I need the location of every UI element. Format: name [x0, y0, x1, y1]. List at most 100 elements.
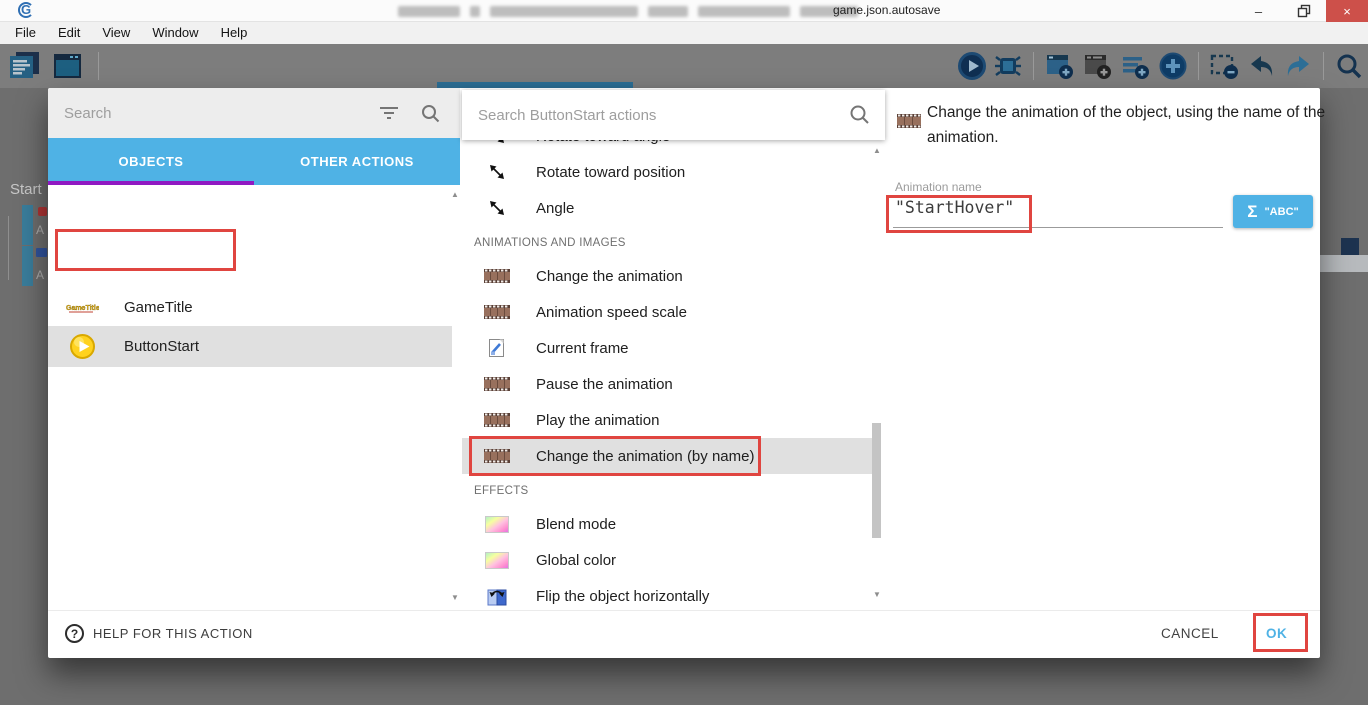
section-header: ANIMATIONS AND IMAGES [462, 226, 872, 258]
panel-strip [1320, 255, 1368, 272]
action-label: Flip the object horizontally [536, 588, 709, 605]
action-label: Change the animation (by name) [536, 448, 754, 465]
minimize-button[interactable]: – [1236, 0, 1281, 22]
menu-view[interactable]: View [91, 22, 141, 44]
event-icon [38, 207, 47, 216]
action-item[interactable]: Play the animation [462, 402, 872, 438]
action-label: Play the animation [536, 412, 659, 429]
film-icon [484, 413, 510, 427]
restore-icon [1297, 4, 1311, 18]
film-icon [484, 269, 510, 283]
search-icon[interactable] [421, 104, 440, 123]
window-title: game.json.autosave [833, 3, 940, 17]
scroll-up-icon[interactable]: ▲ [872, 146, 882, 155]
action-item[interactable]: Pause the animation [462, 366, 872, 402]
search-icon[interactable] [1334, 51, 1364, 81]
project-manager-icon[interactable] [6, 50, 42, 82]
action-description: Change the animation of the object, usin… [927, 101, 1327, 150]
action-item[interactable]: Change the animation (by name) [462, 438, 872, 474]
help-button[interactable]: ? HELP FOR THIS ACTION [65, 624, 253, 643]
scroll-down-icon[interactable]: ▼ [872, 590, 882, 599]
action-item[interactable]: Flip the object horizontally [462, 578, 872, 610]
add-subevent-icon[interactable] [1082, 51, 1114, 81]
film-icon [484, 305, 510, 319]
action-item[interactable]: Angle [462, 190, 872, 226]
scene-editor-icon[interactable] [50, 50, 86, 82]
debug-icon[interactable] [993, 51, 1023, 81]
object-name: ButtonStart [124, 338, 199, 355]
field-underline [893, 227, 1223, 228]
action-item[interactable]: Current frame [462, 330, 872, 366]
svg-text:GameTitle: GameTitle [66, 305, 99, 312]
event-icon [36, 248, 47, 257]
section-header: EFFECTS [462, 474, 872, 506]
menu-help[interactable]: Help [210, 22, 259, 44]
action-item[interactable]: Blend mode [462, 506, 872, 542]
scene-tab-label: Start [10, 181, 42, 198]
object-item-gametitle[interactable]: GameTitle GameTitle [48, 288, 452, 326]
action-search-input[interactable] [462, 107, 849, 124]
object-search-box [48, 88, 460, 138]
panel-icon [1341, 238, 1359, 256]
tab-objects[interactable]: OBJECTS [48, 138, 254, 185]
app-logo-icon: G [18, 2, 34, 18]
toolbar [0, 44, 1368, 88]
rotate-icon [484, 199, 510, 217]
title-bar: G game.json.autosave – × [0, 0, 1368, 22]
action-label: Animation speed scale [536, 304, 687, 321]
gametitle-icon: GameTitle [64, 299, 100, 315]
film-strip-icon [897, 114, 921, 133]
add-comment-icon[interactable] [1120, 51, 1152, 81]
action-item[interactable]: Animation speed scale [462, 294, 872, 330]
action-item[interactable]: Global color [462, 542, 872, 578]
event-block [22, 246, 33, 286]
rainbow-icon [484, 516, 510, 533]
object-name: GameTitle [124, 299, 193, 316]
tab-other-actions[interactable]: OTHER ACTIONS [254, 138, 460, 185]
expression-editor-button[interactable]: Σ "ABC" [1233, 195, 1313, 228]
add-event-icon[interactable] [1044, 51, 1076, 81]
ok-button[interactable]: OK [1266, 626, 1287, 641]
scroll-up-icon[interactable]: ▲ [450, 190, 460, 199]
search-icon[interactable] [849, 105, 885, 125]
film-icon [484, 449, 510, 463]
rotate-icon [484, 163, 510, 181]
menu-file[interactable]: File [4, 22, 47, 44]
menu-window[interactable]: Window [141, 22, 209, 44]
action-search-box [462, 90, 885, 140]
action-item[interactable]: Change the animation [462, 258, 872, 294]
play-button-icon[interactable] [957, 51, 987, 81]
action-item[interactable]: Rotate toward position [462, 154, 872, 190]
add-circle-icon[interactable] [1158, 51, 1188, 81]
gdevelop-window: G game.json.autosave – × FileEditViewWin… [0, 0, 1368, 705]
action-label: Rotate toward position [536, 164, 685, 181]
action-label: Change the animation [536, 268, 683, 285]
scroll-down-icon[interactable]: ▼ [450, 593, 460, 602]
restore-button[interactable] [1281, 0, 1326, 22]
cancel-button[interactable]: CANCEL [1161, 626, 1219, 641]
object-item-buttonstart[interactable]: ButtonStart [48, 326, 452, 367]
object-panel-tabs: OBJECTS OTHER ACTIONS [48, 138, 460, 185]
close-button[interactable]: × [1326, 0, 1368, 22]
sigma-icon: Σ [1247, 202, 1257, 222]
action-label: Blend mode [536, 516, 616, 533]
delete-selection-icon[interactable] [1209, 51, 1241, 81]
action-label: Pause the animation [536, 376, 673, 393]
event-block [22, 205, 33, 245]
buttonstart-icon [64, 333, 100, 360]
frame-icon [484, 338, 510, 358]
action-label: Current frame [536, 340, 629, 357]
menu-edit[interactable]: Edit [47, 22, 91, 44]
redo-icon[interactable] [1283, 51, 1313, 81]
rainbow-icon [484, 552, 510, 569]
scrollbar-thumb[interactable] [872, 423, 881, 538]
filter-icon[interactable] [379, 105, 399, 121]
action-label: Global color [536, 552, 616, 569]
action-editor-dialog: OBJECTS OTHER ACTIONS GameTitleGameTitle… [48, 88, 1320, 658]
redacted-path [398, 5, 858, 17]
object-search-input[interactable] [48, 105, 379, 122]
undo-icon[interactable] [1247, 51, 1277, 81]
action-label: Angle [536, 200, 574, 217]
film-icon [484, 377, 510, 391]
animation-name-field[interactable] [893, 191, 1225, 223]
